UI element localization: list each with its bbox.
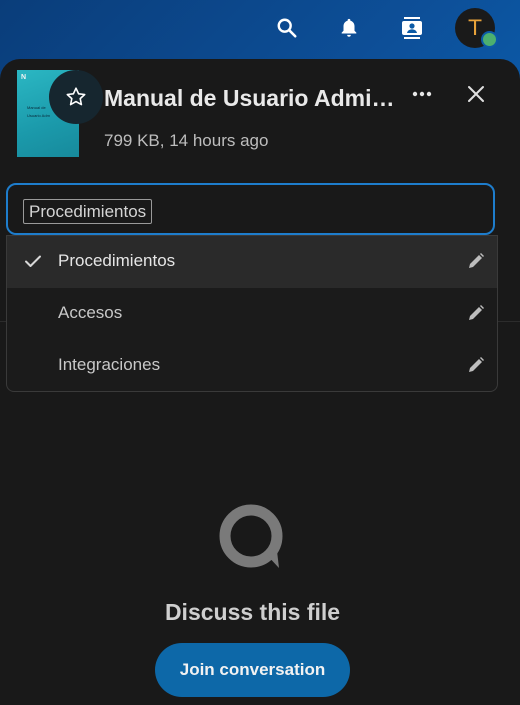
tag-option[interactable]: Procedimientos [7,236,497,288]
tag-option[interactable]: Accesos [7,288,497,340]
join-conversation-button[interactable]: Join conversation [155,643,350,697]
tag-option-label: Accesos [58,303,123,322]
close-sidebar-button[interactable] [459,77,493,111]
tag-option-label: Integraciones [58,355,161,374]
search-icon[interactable] [269,10,305,46]
star-icon [66,87,86,106]
file-meta: 799 KB, 14 hours ago [104,131,269,150]
file-title: Manual de Usuario Administrador [104,85,399,111]
tag-dropdown: Procedimientos Accesos Integraciones [6,235,498,392]
tag-input[interactable]: Procedimientos [6,183,495,235]
avatar-initial: T [468,16,482,40]
check-icon [25,255,41,267]
thumbnail-text: Usuario Adm [27,113,50,118]
file-sidebar: N Manual de Usuario Adm Manual de Usuari… [0,59,520,705]
edit-icon[interactable] [465,250,487,272]
online-status-dot [481,31,498,48]
edit-icon[interactable] [465,302,487,324]
thumbnail-logo: N [21,74,27,81]
more-actions-button[interactable] [404,79,440,109]
talk-icon [219,504,283,568]
bell-icon[interactable] [331,10,367,46]
avatar[interactable]: T [455,8,498,48]
thumbnail-text: Manual de [27,105,46,110]
empty-state-heading: Discuss this file [164,599,341,625]
more-icon [412,91,432,97]
contacts-icon[interactable] [394,10,430,46]
edit-icon[interactable] [465,354,487,376]
favorite-button[interactable] [49,70,103,124]
tag-option[interactable]: Integraciones [7,340,497,391]
close-icon [468,86,484,102]
tag-chip[interactable]: Procedimientos [23,199,153,224]
top-header: T [0,0,520,58]
tag-option-label: Procedimientos [58,251,176,270]
